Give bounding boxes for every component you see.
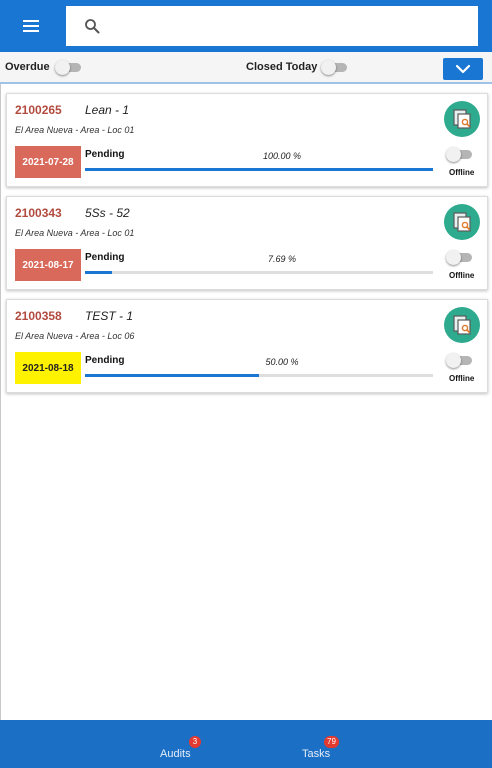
divider [0, 84, 1, 720]
clipboard-search-icon [453, 315, 471, 335]
bottom-navigation: Audits 3 Tasks 79 [0, 720, 492, 768]
audit-id: 2100343 [15, 206, 62, 220]
progress-fill [85, 168, 433, 171]
clipboard-search-icon [453, 109, 471, 129]
overdue-toggle[interactable] [55, 60, 81, 75]
tab-audits-label: Audits [160, 748, 191, 760]
tab-audits[interactable]: Audits 3 [150, 720, 210, 768]
audit-area: El Area Nueva - Area - Loc 01 [15, 125, 135, 135]
progress-percent: 7.69 % [267, 254, 297, 264]
audit-name: 5Ss - 52 [85, 206, 130, 220]
progress-fill [85, 271, 112, 274]
search-input[interactable] [112, 6, 472, 46]
top-app-bar [0, 0, 492, 52]
open-audit-button[interactable] [444, 307, 480, 343]
audit-name: TEST - 1 [85, 309, 134, 323]
overdue-label: Overdue [5, 61, 50, 73]
audit-status: Pending [85, 252, 125, 263]
tab-tasks-label: Tasks [302, 748, 331, 760]
progress-bar [85, 168, 433, 171]
audit-status: Pending [85, 149, 125, 160]
audit-id: 2100358 [15, 309, 62, 323]
audit-id: 2100265 [15, 103, 62, 117]
search-box[interactable] [66, 6, 478, 46]
due-date-badge: 2021-07-28 [15, 146, 81, 178]
offline-label: Offline [449, 168, 475, 177]
audit-name: Lean - 1 [85, 103, 130, 117]
tab-tasks[interactable]: Tasks 79 [292, 720, 352, 768]
clipboard-search-icon [453, 212, 471, 232]
search-icon [85, 19, 100, 34]
tasks-count-badge: 79 [324, 736, 339, 748]
closed-today-toggle[interactable] [321, 60, 347, 75]
audit-card[interactable]: 2100265 Lean - 1 El Area Nueva - Area - … [6, 93, 488, 187]
offline-label: Offline [449, 374, 475, 383]
progress-bar [85, 271, 433, 274]
offline-label: Offline [449, 271, 475, 280]
audit-card[interactable]: 2100358 TEST - 1 El Area Nueva - Area - … [6, 299, 488, 393]
audit-area: El Area Nueva - Area - Loc 01 [15, 228, 135, 238]
due-date-badge: 2021-08-18 [15, 352, 81, 384]
progress-bar [85, 374, 433, 377]
progress-percent: 100.00 % [262, 151, 302, 161]
progress-percent: 50.00 % [265, 357, 299, 367]
chevron-down-icon [455, 64, 471, 74]
audits-count-badge: 3 [189, 736, 201, 748]
progress-fill [85, 374, 259, 377]
filter-bar: Overdue Closed Today [0, 52, 492, 84]
filter-dropdown-button[interactable] [443, 58, 483, 80]
audit-area: El Area Nueva - Area - Loc 06 [15, 331, 135, 341]
offline-toggle[interactable] [446, 147, 472, 162]
audit-status: Pending [85, 355, 125, 366]
hamburger-menu-icon[interactable] [14, 12, 48, 40]
offline-toggle[interactable] [446, 250, 472, 265]
audit-card[interactable]: 2100343 5Ss - 52 El Area Nueva - Area - … [6, 196, 488, 290]
open-audit-button[interactable] [444, 204, 480, 240]
open-audit-button[interactable] [444, 101, 480, 137]
offline-toggle[interactable] [446, 353, 472, 368]
due-date-badge: 2021-08-17 [15, 249, 81, 281]
closed-today-label: Closed Today [246, 61, 318, 73]
